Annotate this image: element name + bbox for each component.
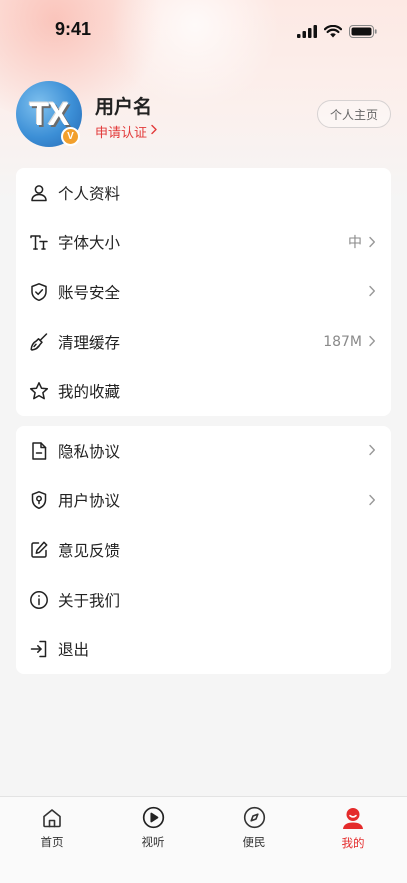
play-circle-icon <box>142 806 165 829</box>
menu-item-user-agreement[interactable]: 用户协议 <box>16 476 391 526</box>
menu-label: 账号安全 <box>58 283 121 302</box>
menu-item-about-us[interactable]: 关于我们 <box>16 575 391 625</box>
tab-label: 视听 <box>141 835 165 849</box>
tab-label: 我的 <box>341 836 365 850</box>
menu-label: 字体大小 <box>58 234 121 253</box>
home-icon <box>41 806 63 829</box>
vip-badge: V <box>61 127 80 146</box>
edit-icon <box>29 540 49 560</box>
personal-homepage-button[interactable]: 个人主页 <box>317 100 391 128</box>
settings-card-1: 个人资料 字体大小 中 账号安全 清理缓存 187M 我的收藏 <box>16 168 391 416</box>
chevron-right-icon <box>368 233 376 252</box>
chevron-right-icon <box>368 441 376 460</box>
status-bar: 9:41 <box>0 0 407 62</box>
cache-size-value: 187M <box>323 333 362 350</box>
menu-label: 隐私协议 <box>58 442 121 461</box>
menu-item-favorites[interactable]: 我的收藏 <box>16 366 391 416</box>
tab-label: 首页 <box>40 835 64 849</box>
menu-item-clear-cache[interactable]: 清理缓存 187M <box>16 317 391 367</box>
menu-label: 意见反馈 <box>58 541 121 560</box>
menu-item-profile[interactable]: 个人资料 <box>16 168 391 218</box>
status-icons <box>297 23 377 42</box>
info-icon <box>29 590 49 610</box>
apply-verification-link[interactable]: 申请认证 <box>95 122 158 141</box>
chevron-right-icon <box>150 124 158 139</box>
person-icon <box>341 806 365 830</box>
compass-icon <box>243 806 266 829</box>
font-size-icon <box>29 232 49 252</box>
wifi-icon <box>323 23 343 42</box>
chevron-right-icon <box>368 491 376 510</box>
menu-item-privacy-policy[interactable]: 隐私协议 <box>16 426 391 476</box>
menu-label: 用户协议 <box>58 492 121 511</box>
shield-check-icon <box>29 282 49 302</box>
user-icon <box>29 183 49 203</box>
chevron-right-icon <box>368 332 376 351</box>
menu-label: 退出 <box>58 641 90 660</box>
star-icon <box>29 381 49 401</box>
document-icon <box>29 441 49 461</box>
menu-label: 个人资料 <box>58 184 121 203</box>
battery-icon <box>349 23 377 42</box>
verify-label: 申请认证 <box>95 126 148 141</box>
tab-services[interactable]: 便民 <box>214 806 294 850</box>
tab-video[interactable]: 视听 <box>113 806 193 850</box>
font-size-value: 中 <box>348 235 362 252</box>
bottom-tab-bar: 首页 视听 便民 我的 <box>0 796 407 883</box>
tab-home[interactable]: 首页 <box>12 806 92 850</box>
menu-label: 清理缓存 <box>58 333 121 352</box>
tab-mine[interactable]: 我的 <box>313 806 393 850</box>
signal-icon <box>297 23 317 42</box>
status-time: 9:41 <box>55 19 92 39</box>
logout-icon <box>29 639 49 659</box>
menu-item-feedback[interactable]: 意见反馈 <box>16 525 391 575</box>
menu-label: 我的收藏 <box>58 383 121 402</box>
location-shield-icon <box>29 490 49 510</box>
settings-card-2: 隐私协议 用户协议 意见反馈 关于我们 退出 <box>16 426 391 674</box>
profile-header: TX V 用户名 申请认证 个人主页 <box>16 81 391 147</box>
menu-item-font-size[interactable]: 字体大小 中 <box>16 218 391 268</box>
menu-label: 关于我们 <box>58 591 121 610</box>
broom-icon <box>29 332 49 352</box>
chevron-right-icon <box>368 282 376 301</box>
menu-item-logout[interactable]: 退出 <box>16 624 391 674</box>
username: 用户名 <box>95 96 153 118</box>
tab-label: 便民 <box>242 835 266 849</box>
menu-item-account-security[interactable]: 账号安全 <box>16 267 391 317</box>
